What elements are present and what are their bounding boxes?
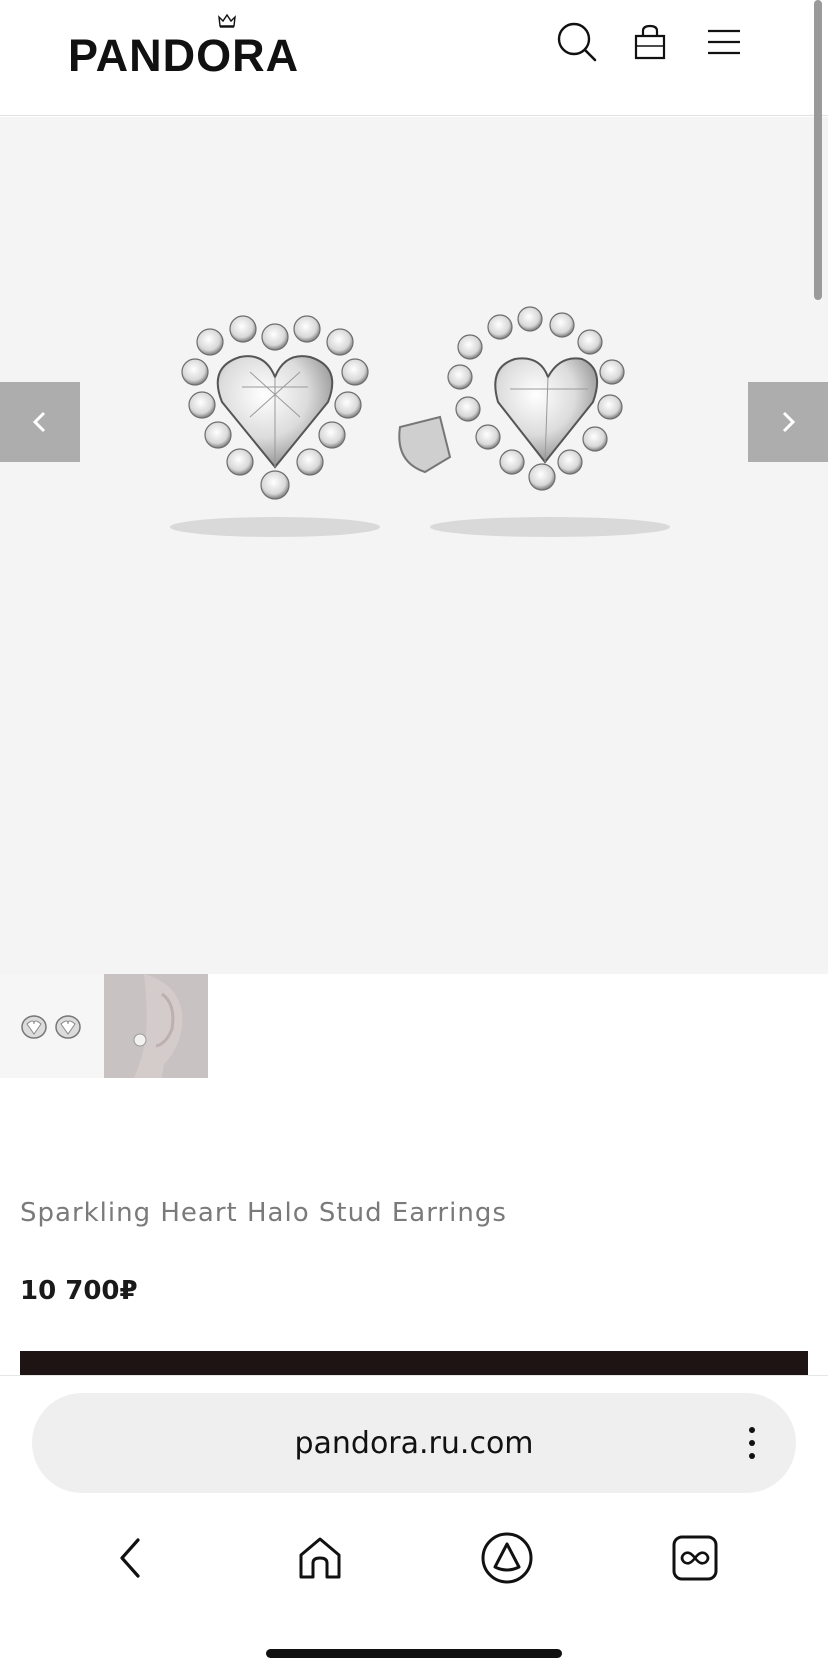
- left-earring: [181, 315, 369, 500]
- hamburger-menu-icon[interactable]: [700, 18, 748, 66]
- url-text: pandora.ru.com: [294, 1425, 534, 1461]
- browser-toolbar: pandora.ru.com: [0, 1375, 828, 1659]
- page: PANDORA Sparkling Heart Halo Stud Earrin…: [0, 0, 828, 1659]
- bag-icon[interactable]: [626, 18, 674, 66]
- right-earring: [398, 306, 625, 491]
- brand-name: PANDORA: [68, 30, 300, 81]
- back-button[interactable]: [98, 1526, 162, 1590]
- chevron-right-icon: [782, 411, 796, 433]
- product-image-gallery[interactable]: [0, 117, 828, 974]
- home-icon: [299, 1537, 341, 1579]
- tabs-icon: [672, 1535, 718, 1581]
- back-icon: [120, 1538, 140, 1578]
- product-title: Sparkling Heart Halo Stud Earrings: [20, 1198, 507, 1228]
- crown-icon: [218, 14, 236, 28]
- search-icon[interactable]: [553, 18, 601, 66]
- home-indicator[interactable]: [266, 1649, 562, 1658]
- previous-image-button[interactable]: [0, 382, 80, 462]
- product-price: 10 700₽: [20, 1276, 138, 1306]
- earrings-product-image: [170, 306, 670, 537]
- next-image-button[interactable]: [748, 382, 828, 462]
- address-bar[interactable]: pandora.ru.com: [32, 1393, 796, 1493]
- more-vertical-icon[interactable]: [742, 1423, 762, 1463]
- assistant-button[interactable]: [475, 1526, 539, 1590]
- chevron-left-icon: [32, 411, 46, 433]
- earrings-pair-thumbnail[interactable]: [0, 974, 104, 1078]
- assistant-icon: [481, 1532, 533, 1584]
- site-header: PANDORA: [0, 0, 828, 116]
- home-button[interactable]: [288, 1526, 352, 1590]
- thumbnail-strip: [0, 974, 828, 1078]
- page-scrollbar[interactable]: [814, 0, 822, 300]
- tabs-button[interactable]: [663, 1526, 727, 1590]
- model-ear-thumbnail[interactable]: [104, 974, 208, 1078]
- pandora-logo[interactable]: PANDORA: [68, 14, 326, 81]
- add-to-bag-button[interactable]: [20, 1351, 808, 1375]
